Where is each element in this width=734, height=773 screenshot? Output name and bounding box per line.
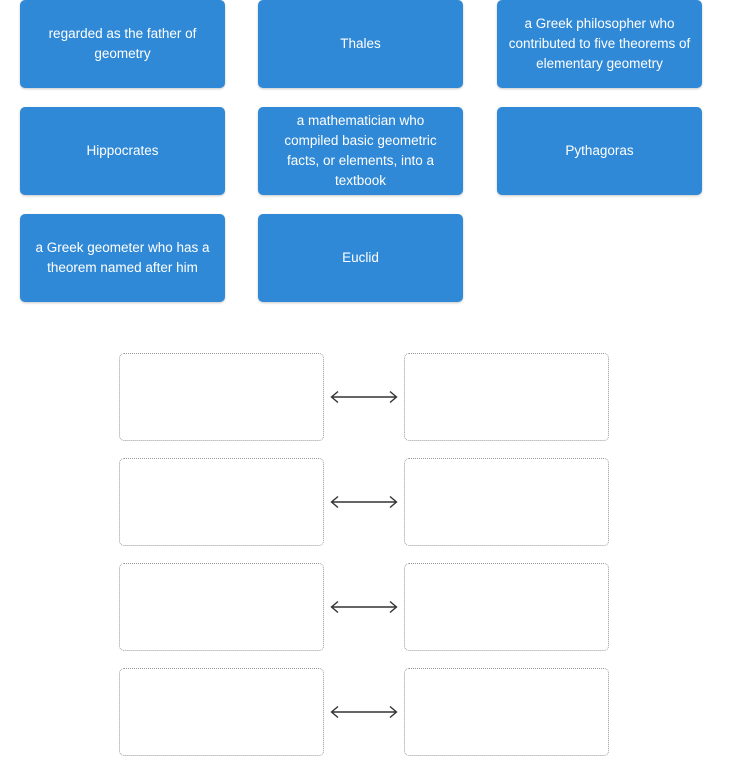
tile-label: Pythagoras <box>565 143 634 158</box>
draggable-tile[interactable]: Pythagoras <box>497 107 702 195</box>
dropzone-right[interactable] <box>404 353 609 441</box>
tile-row: regarded as the father of geometry Thale… <box>0 0 734 88</box>
dropzone-left[interactable] <box>119 353 324 441</box>
match-row <box>0 563 734 651</box>
dropzone-right[interactable] <box>404 458 609 546</box>
double-headed-arrow-icon <box>324 390 404 404</box>
draggable-tile[interactable]: regarded as the father of geometry <box>20 0 225 88</box>
draggable-tile[interactable]: a Greek philosopher who contributed to f… <box>497 0 702 88</box>
tile-label: Hippocrates <box>86 143 159 158</box>
draggable-tile[interactable]: a Greek geometer who has a theorem named… <box>20 214 225 302</box>
match-row <box>0 353 734 441</box>
tile-label: Thales <box>340 36 381 51</box>
tile-label: a Greek geometer who has a theorem named… <box>35 240 210 275</box>
dropzone-right[interactable] <box>404 668 609 756</box>
double-headed-arrow-icon <box>324 600 404 614</box>
match-area <box>0 353 734 773</box>
draggable-tile[interactable]: Euclid <box>258 214 463 302</box>
draggable-tile[interactable]: a mathematician who compiled basic geome… <box>258 107 463 195</box>
dropzone-left[interactable] <box>119 458 324 546</box>
double-headed-arrow-icon <box>324 705 404 719</box>
tile-row: Hippocrates a mathematician who compiled… <box>0 107 734 195</box>
tile-label: a Greek philosopher who contributed to f… <box>508 16 691 71</box>
draggable-tile[interactable]: Thales <box>258 0 463 88</box>
draggable-tile[interactable]: Hippocrates <box>20 107 225 195</box>
tile-label: Euclid <box>342 250 379 265</box>
tile-row: a Greek geometer who has a theorem named… <box>0 214 734 302</box>
match-row <box>0 458 734 546</box>
dropzone-left[interactable] <box>119 668 324 756</box>
tile-label: regarded as the father of geometry <box>48 26 197 61</box>
tile-label: a mathematician who compiled basic geome… <box>284 113 437 188</box>
double-headed-arrow-icon <box>324 495 404 509</box>
tile-bank: regarded as the father of geometry Thale… <box>0 0 734 321</box>
dropzone-left[interactable] <box>119 563 324 651</box>
match-row <box>0 668 734 756</box>
dropzone-right[interactable] <box>404 563 609 651</box>
